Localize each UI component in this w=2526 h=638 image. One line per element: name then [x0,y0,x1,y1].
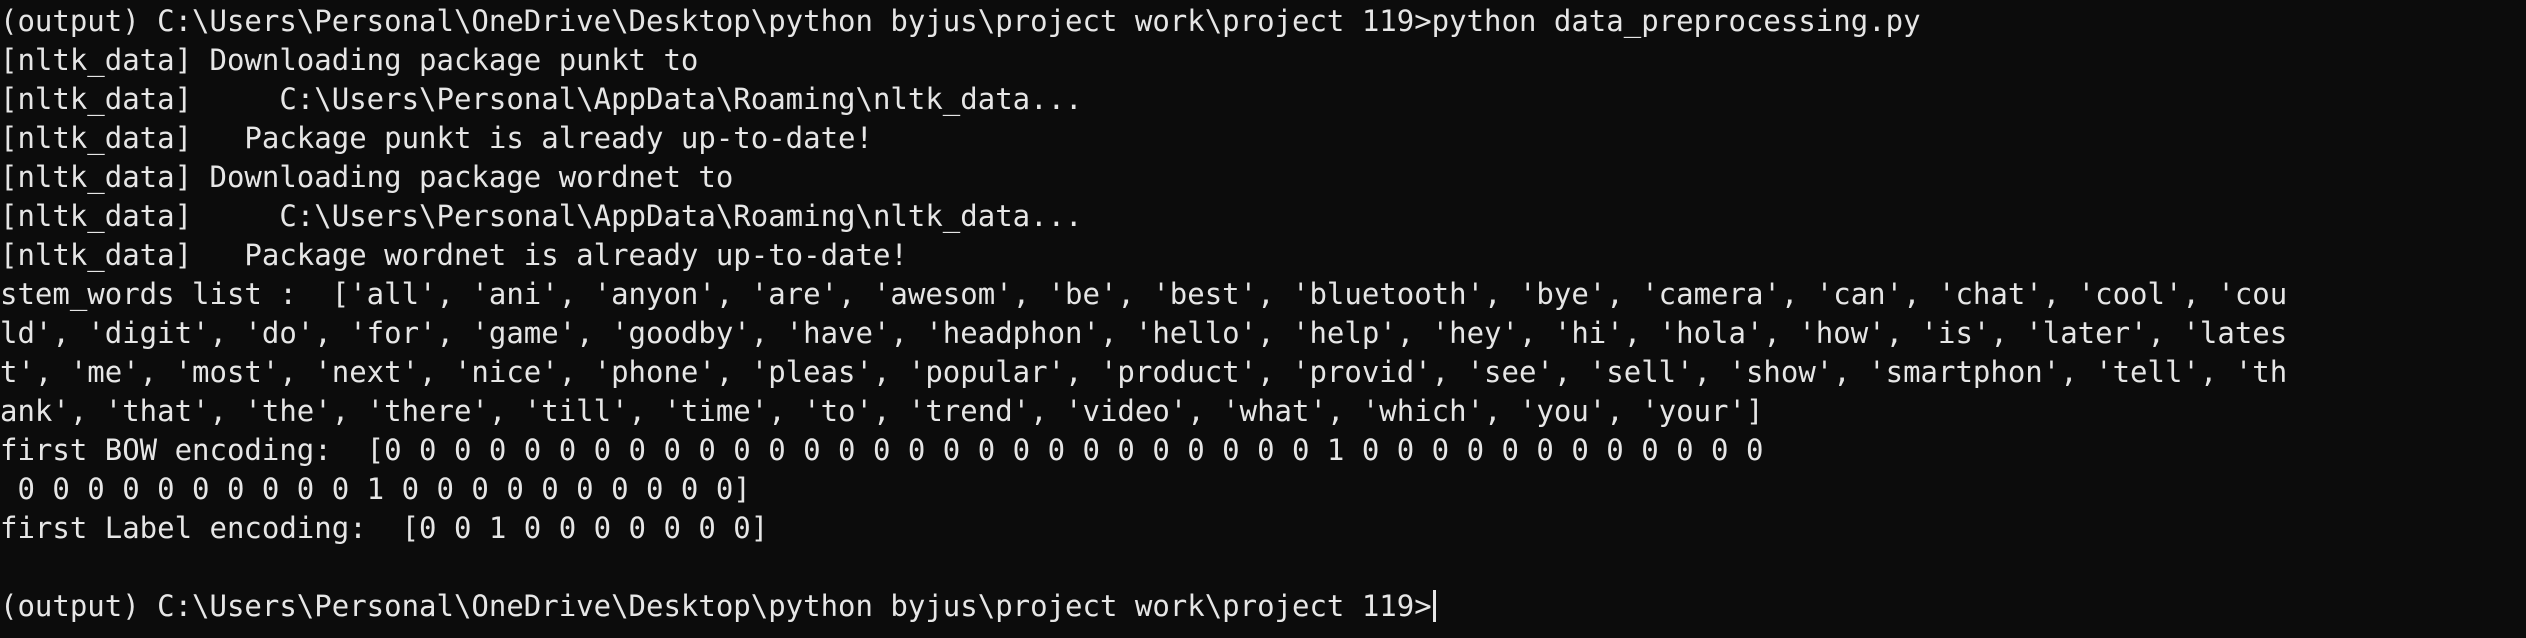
output-line: [nltk_data] Package wordnet is already u… [0,238,908,272]
output-line: ank', 'that', 'the', 'there', 'till', 't… [0,394,1764,428]
output-line: 0 0 0 0 0 0 0 0 0 0 1 0 0 0 0 0 0 0 0 0 … [0,472,751,506]
output-line: [nltk_data] C:\Users\Personal\AppData\Ro… [0,82,1083,116]
output-line: t', 'me', 'most', 'next', 'nice', 'phone… [0,355,2288,389]
output-line: first BOW encoding: [0 0 0 0 0 0 0 0 0 0… [0,433,1764,467]
output-line: [nltk_data] C:\Users\Personal\AppData\Ro… [0,199,1083,233]
output-line: [nltk_data] Package punkt is already up-… [0,121,873,155]
prompt-text: (output) C:\Users\Personal\OneDrive\Desk… [0,589,1432,623]
prompt-line[interactable]: (output) C:\Users\Personal\OneDrive\Desk… [0,587,2526,626]
text-cursor [1432,590,1436,622]
output-line: [nltk_data] Downloading package punkt to [0,43,699,77]
output-line: stem_words list : ['all', 'ani', 'anyon'… [0,277,2288,311]
command-line: (output) C:\Users\Personal\OneDrive\Desk… [0,4,1921,38]
terminal-window[interactable]: (output) C:\Users\Personal\OneDrive\Desk… [0,0,2526,638]
output-line: [nltk_data] Downloading package wordnet … [0,160,734,194]
output-line: first Label encoding: [0 0 1 0 0 0 0 0 0… [0,511,769,545]
output-line: ld', 'digit', 'do', 'for', 'game', 'good… [0,316,2288,350]
